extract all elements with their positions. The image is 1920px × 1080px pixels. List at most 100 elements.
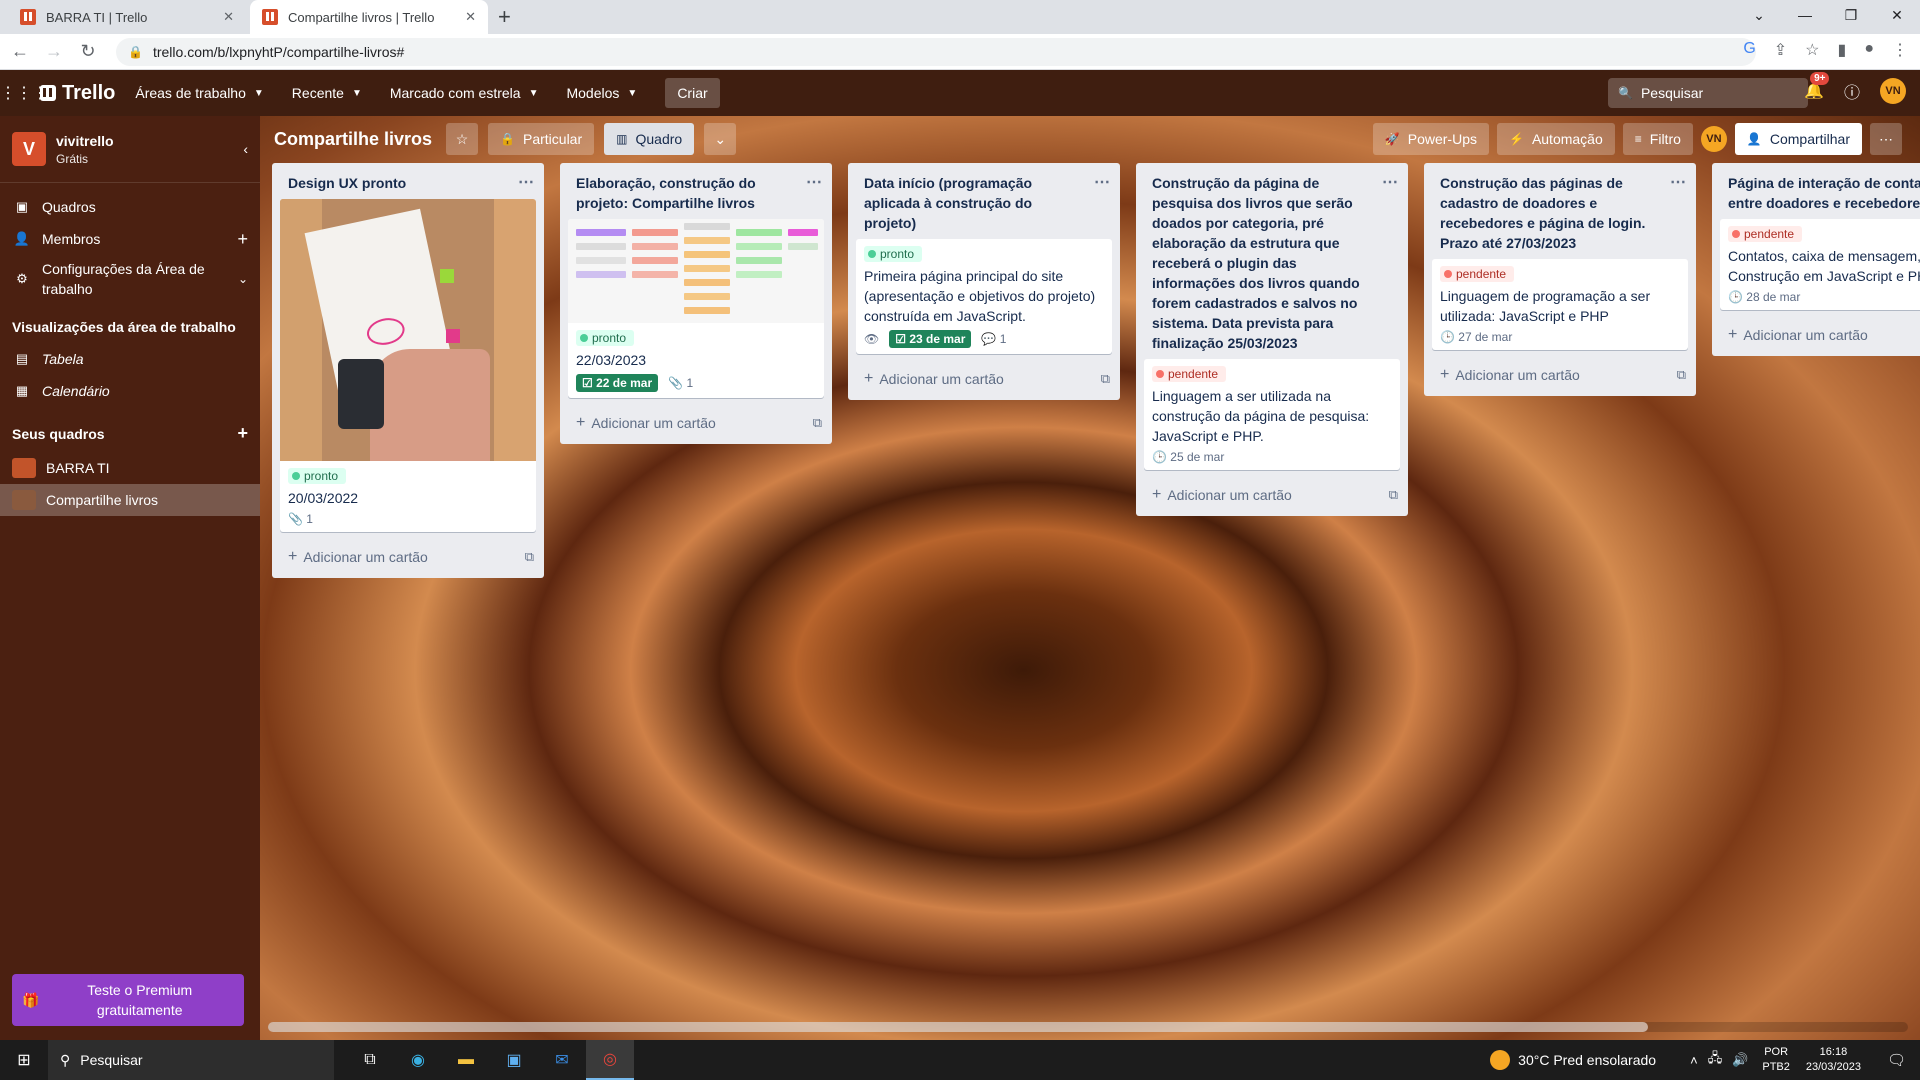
sidebar-item-table[interactable]: ▤ Tabela [0,343,260,375]
card[interactable]: pronto Primeira página principal do site… [856,239,1112,354]
more-icon[interactable]: ⋯ [1382,173,1398,193]
add-card-button[interactable]: + Adicionar um cartão ⧉ [1136,478,1408,510]
menu-starred[interactable]: Marcado com estrela ▼ [390,85,539,101]
create-button[interactable]: Criar [665,78,720,108]
list-title[interactable]: Página de interação de contato entre doa… [1728,173,1920,213]
chevron-up-icon[interactable]: ˄ [1690,1053,1698,1068]
visibility-button[interactable]: 🔒 Particular [488,123,595,155]
filter-button[interactable]: ≡ Filtro [1622,123,1693,155]
automation-button[interactable]: ⚡ Automação [1496,123,1615,155]
list-header[interactable]: Design UX pronto ⋯ [272,163,544,199]
new-tab-icon[interactable]: + [498,4,511,30]
due-date-badge[interactable]: 🕒 25 de mar [1152,450,1224,464]
close-window-icon[interactable]: ✕ [1874,0,1920,34]
store-icon[interactable]: ▣ [490,1040,538,1080]
premium-trial-button[interactable]: 🎁 Teste o Premium gratuitamente [12,974,244,1026]
menu-recent[interactable]: Recente ▼ [292,85,362,101]
app-switcher-icon[interactable]: ⋮⋮⋮ [0,83,48,103]
taskbar-search-input[interactable]: ⚲ Pesquisar [48,1040,334,1080]
more-icon[interactable]: ⋯ [1094,173,1110,193]
profile-icon[interactable]: ● [1864,40,1874,60]
file-explorer-icon[interactable]: ▬ [442,1040,490,1080]
tab-list-icon[interactable]: ⌄ [1736,0,1782,34]
list-header[interactable]: Elaboração, construção do projeto: Compa… [560,163,832,219]
template-icon[interactable]: ⧉ [1677,367,1686,383]
network-icon[interactable]: 🖧 [1708,1049,1723,1071]
forward-icon[interactable]: → [40,41,68,62]
add-member-icon[interactable]: + [237,229,248,250]
collapse-sidebar-icon[interactable]: ‹ [243,141,248,157]
card[interactable]: pendente Contatos, caixa de mensagem, et… [1720,219,1920,310]
clock[interactable]: 16:18 23/03/2023 [1806,1045,1861,1075]
google-icon[interactable]: G [1743,40,1755,60]
list-title[interactable]: Construção da página de pesquisa dos liv… [1152,173,1376,353]
board-menu-button[interactable]: ⋯ [1870,123,1902,155]
sidebar-item-boards[interactable]: ▣ Quadros [0,191,260,223]
scrollbar-thumb[interactable] [268,1022,1648,1032]
card[interactable]: pendente Linguagem a ser utilizada na co… [1144,359,1400,470]
notifications-button[interactable]: 🔔 9+ [1804,72,1830,101]
language-indicator[interactable]: POR PTB2 [1762,1045,1790,1075]
mail-icon[interactable]: ✉ [538,1040,586,1080]
chevron-down-icon[interactable]: ⌄ [238,272,248,286]
more-icon[interactable]: ⋯ [806,173,822,193]
board-view-button[interactable]: ▥ Quadro [604,123,695,155]
volume-icon[interactable]: 🔊 [1732,1052,1748,1068]
help-icon[interactable]: ⓘ [1844,79,1860,103]
sidebar-board-compartilhe-livros[interactable]: Compartilhe livros [0,484,260,516]
list-header[interactable]: Construção das páginas de cadastro de do… [1424,163,1696,259]
back-icon[interactable]: ← [6,41,34,62]
list-title[interactable]: Construção das páginas de cadastro de do… [1440,173,1664,253]
more-icon[interactable]: ⋯ [518,173,534,193]
list-header[interactable]: Construção da página de pesquisa dos liv… [1136,163,1408,359]
template-icon[interactable]: ⧉ [525,549,534,565]
sidebar-board-barra-ti[interactable]: BARRA TI [0,452,260,484]
bookmark-star-icon[interactable]: ☆ [1805,40,1819,60]
sidebar-item-settings[interactable]: ⚙ Configurações da Área de trabalho ⌄ [0,255,260,303]
trello-logo[interactable]: Trello [40,82,115,105]
board-member-avatar[interactable]: VN [1700,126,1727,152]
reload-icon[interactable]: ↻ [74,41,102,62]
weather-widget[interactable]: 30°C Pred ensolarado [1490,1050,1656,1070]
add-card-button[interactable]: + Adicionar um cartão ⧉ [1424,358,1696,390]
add-card-button[interactable]: + Adicionar um cartão ⧉ [560,406,832,438]
list-title[interactable]: Data início (programação aplicada à cons… [864,173,1088,233]
share-button[interactable]: 👤 Compartilhar [1734,123,1862,155]
avatar[interactable]: VN [1880,78,1906,104]
sidebar-item-calendar[interactable]: ▦ Calendário [0,375,260,407]
browser-menu-icon[interactable]: ⋮ [1892,40,1908,60]
card[interactable]: pronto 20/03/2022 📎 1 [280,199,536,532]
notification-center-icon[interactable]: 🗨 [1887,1051,1906,1069]
menu-workspaces[interactable]: Áreas de trabalho ▼ [135,85,263,101]
add-card-button[interactable]: + Adicionar um cartão ⧉ [272,540,544,572]
task-view-icon[interactable]: ⧉ [346,1040,394,1080]
due-date-badge[interactable]: 🕒 27 de mar [1440,330,1512,344]
template-icon[interactable]: ⧉ [1101,371,1110,387]
views-dropdown-button[interactable]: ⌄ [704,123,737,155]
list-header[interactable]: Data início (programação aplicada à cons… [848,163,1120,239]
add-board-icon[interactable]: + [237,423,248,444]
board-title[interactable]: Compartilhe livros [274,129,432,150]
edge-icon[interactable]: ◉ [394,1040,442,1080]
close-tab-icon[interactable]: ✕ [223,9,234,25]
url-field[interactable]: 🔒 trello.com/b/lxpnyhtP/compartilhe-livr… [116,37,1756,66]
due-date-badge[interactable]: ☑ 22 de mar [576,374,659,392]
browser-tab-barra-ti[interactable]: BARRA TI | Trello ✕ [8,0,246,34]
card[interactable]: pendente Linguagem de programação a ser … [1432,259,1688,350]
template-icon[interactable]: ⧉ [813,415,822,431]
share-page-icon[interactable]: ⇪ [1774,40,1787,60]
horizontal-scrollbar[interactable] [268,1022,1908,1032]
list-header[interactable]: Página de interação de contato entre doa… [1712,163,1920,219]
minimize-icon[interactable]: — [1782,0,1828,34]
card[interactable]: pronto 22/03/2023 ☑ 22 de mar 📎 1 [568,219,824,398]
more-icon[interactable]: ⋯ [1670,173,1686,193]
due-date-badge[interactable]: ☑ 23 de mar [889,330,972,348]
due-date-badge[interactable]: 🕒 28 de mar [1728,290,1800,304]
add-card-button[interactable]: + Adicionar um cartão ⧉ [848,362,1120,394]
menu-templates[interactable]: Modelos ▼ [566,85,637,101]
powerups-button[interactable]: 🚀 Power-Ups [1372,123,1489,155]
star-board-button[interactable]: ☆ [446,123,479,155]
restore-icon[interactable]: ❐ [1828,0,1874,34]
list-title[interactable]: Design UX pronto [288,173,512,193]
add-card-button[interactable]: + Adicionar um cartão ⧉ [1712,318,1920,350]
